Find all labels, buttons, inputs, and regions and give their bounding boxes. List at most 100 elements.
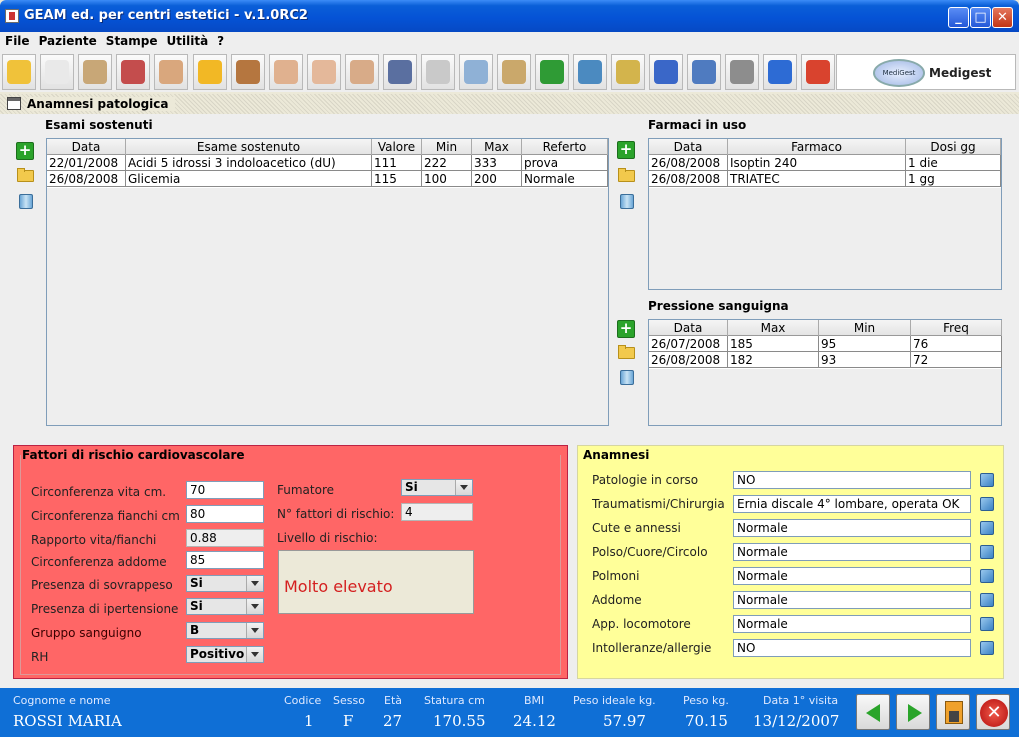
anamnesi-field[interactable]: Ernia discale 4° lombare, operata OK <box>733 495 971 513</box>
anamnesi-field[interactable]: Normale <box>733 591 971 609</box>
agenda-button[interactable] <box>687 54 721 90</box>
anamnesi-field[interactable]: Normale <box>733 615 971 633</box>
column-header[interactable]: Max <box>472 139 522 155</box>
exit-button[interactable]: ✕ <box>976 694 1010 730</box>
menu-utilita[interactable]: Utilità <box>162 32 213 48</box>
open-folder-button[interactable] <box>2 54 36 90</box>
delete-pressure-button[interactable] <box>617 367 635 385</box>
delete-drug-button[interactable] <box>617 191 635 209</box>
column-header[interactable]: Min <box>422 139 472 155</box>
column-header[interactable]: Data <box>649 139 728 155</box>
torso-icon <box>312 60 336 84</box>
table-row[interactable]: 26/08/2008 Isoptin 240 1 die <box>649 155 1001 171</box>
column-header[interactable]: Data <box>649 320 728 336</box>
column-header[interactable]: Farmaco <box>728 139 906 155</box>
table-row[interactable]: 26/08/2008 TRIATEC 1 gg <box>649 171 1001 187</box>
edit-note-icon[interactable] <box>980 473 994 487</box>
save-button[interactable] <box>936 694 970 730</box>
face-button[interactable] <box>231 54 265 90</box>
menu-stampe[interactable]: Stampe <box>101 32 162 48</box>
book-button[interactable] <box>497 54 531 90</box>
open-exam-button[interactable] <box>16 166 34 184</box>
legs-button[interactable] <box>345 54 379 90</box>
exams-table[interactable]: Data Esame sostenuto Valore Min Max Referto 22… <box>46 138 609 426</box>
arrow-right-icon <box>908 704 922 722</box>
overweight-select[interactable]: Si <box>186 575 264 592</box>
next-button[interactable] <box>896 694 930 730</box>
column-header[interactable]: Min <box>819 320 911 336</box>
open-pressure-button[interactable] <box>617 343 635 361</box>
vitruvian-man-button[interactable] <box>78 54 112 90</box>
edit-note-icon[interactable] <box>980 497 994 511</box>
printer-button[interactable] <box>725 54 759 90</box>
anamnesi-field[interactable]: NO <box>733 471 971 489</box>
add-drug-button[interactable]: + <box>617 141 635 159</box>
table-row[interactable]: 26/08/2008 Glicemia 115 100 200 Normale <box>47 171 608 187</box>
drugs-table[interactable]: Data Farmaco Dosi gg 26/08/2008 Isoptin 240 1… <box>648 138 1002 290</box>
delete-exam-button[interactable] <box>16 191 34 209</box>
anamnesi-field[interactable]: Normale <box>733 519 971 537</box>
add-pressure-button[interactable]: + <box>617 320 635 338</box>
body-front-button[interactable] <box>269 54 303 90</box>
document-button[interactable] <box>40 54 74 90</box>
anamnesi-field[interactable]: Normale <box>733 567 971 585</box>
torso-button[interactable] <box>307 54 341 90</box>
waist-field[interactable]: 70 <box>186 481 264 499</box>
menu-bar: File Paziente Stampe Utilità? <box>0 32 1019 52</box>
euro-button[interactable] <box>421 54 455 90</box>
rh-select[interactable]: Positivo <box>186 646 264 663</box>
section-header: Anamnesi patologica <box>0 94 1019 114</box>
maximize-button[interactable]: □ <box>970 7 991 28</box>
pressure-table[interactable]: Data Max Min Freq 26/07/2008 185 95 76 26/08/200… <box>648 319 1002 426</box>
table-cell: prova <box>522 155 608 171</box>
emblem-button[interactable] <box>611 54 645 90</box>
anamnesi-field[interactable]: NO <box>733 639 971 657</box>
hips-field[interactable]: 80 <box>186 505 264 523</box>
euro-icon <box>426 60 450 84</box>
menu-paziente[interactable]: Paziente <box>34 32 101 48</box>
column-header[interactable]: Data <box>47 139 126 155</box>
menu-help[interactable]: ? <box>212 32 228 48</box>
anamnesi-field[interactable]: Normale <box>733 543 971 561</box>
column-header[interactable]: Max <box>728 320 819 336</box>
column-header[interactable]: Valore <box>372 139 422 155</box>
abdomen-field[interactable]: 85 <box>186 551 264 569</box>
blood-group-select[interactable]: B <box>186 622 264 639</box>
minimize-button[interactable]: _ <box>948 7 969 28</box>
notepad-button[interactable] <box>573 54 607 90</box>
caduceus-icon <box>121 60 145 84</box>
edit-note-icon[interactable] <box>980 641 994 655</box>
massage-button[interactable] <box>154 54 188 90</box>
column-header[interactable]: Referto <box>522 139 608 155</box>
open-drug-button[interactable] <box>617 166 635 184</box>
table-row[interactable]: 26/07/2008 185 95 76 <box>649 336 1002 352</box>
edit-note-icon[interactable] <box>980 593 994 607</box>
chevron-down-icon <box>246 599 263 614</box>
caduceus-button[interactable] <box>116 54 150 90</box>
smoker-select[interactable]: Si <box>401 479 473 496</box>
previous-button[interactable] <box>856 694 890 730</box>
edit-note-icon[interactable] <box>980 545 994 559</box>
column-header[interactable]: Dosi gg <box>906 139 1001 155</box>
table-row[interactable]: 22/01/2008 Acidi 5 idrossi 3 indoloacetic… <box>47 155 608 171</box>
menu-file[interactable]: File <box>0 32 34 48</box>
close-window-button[interactable]: ✕ <box>992 7 1013 28</box>
hypertension-select[interactable]: Si <box>186 598 264 615</box>
calculator-button[interactable] <box>383 54 417 90</box>
column-header[interactable]: Esame sostenuto <box>126 139 372 155</box>
column-header[interactable]: Freq <box>911 320 1002 336</box>
table-header: Data Max Min Freq <box>649 320 1002 336</box>
edit-note-icon[interactable] <box>980 569 994 583</box>
measuring-tape-button[interactable] <box>193 54 227 90</box>
email-button[interactable] <box>649 54 683 90</box>
edit-note-icon[interactable] <box>980 521 994 535</box>
power-button[interactable] <box>801 54 835 90</box>
pharmacy-cross-button[interactable] <box>535 54 569 90</box>
table-row[interactable]: 26/08/2008 182 93 72 <box>649 352 1002 368</box>
magnifier-button[interactable] <box>459 54 493 90</box>
notepad-icon <box>578 60 602 84</box>
add-exam-button[interactable]: + <box>16 142 34 160</box>
help-button[interactable] <box>763 54 797 90</box>
patient-weight: 70.15 <box>685 712 728 730</box>
edit-note-icon[interactable] <box>980 617 994 631</box>
